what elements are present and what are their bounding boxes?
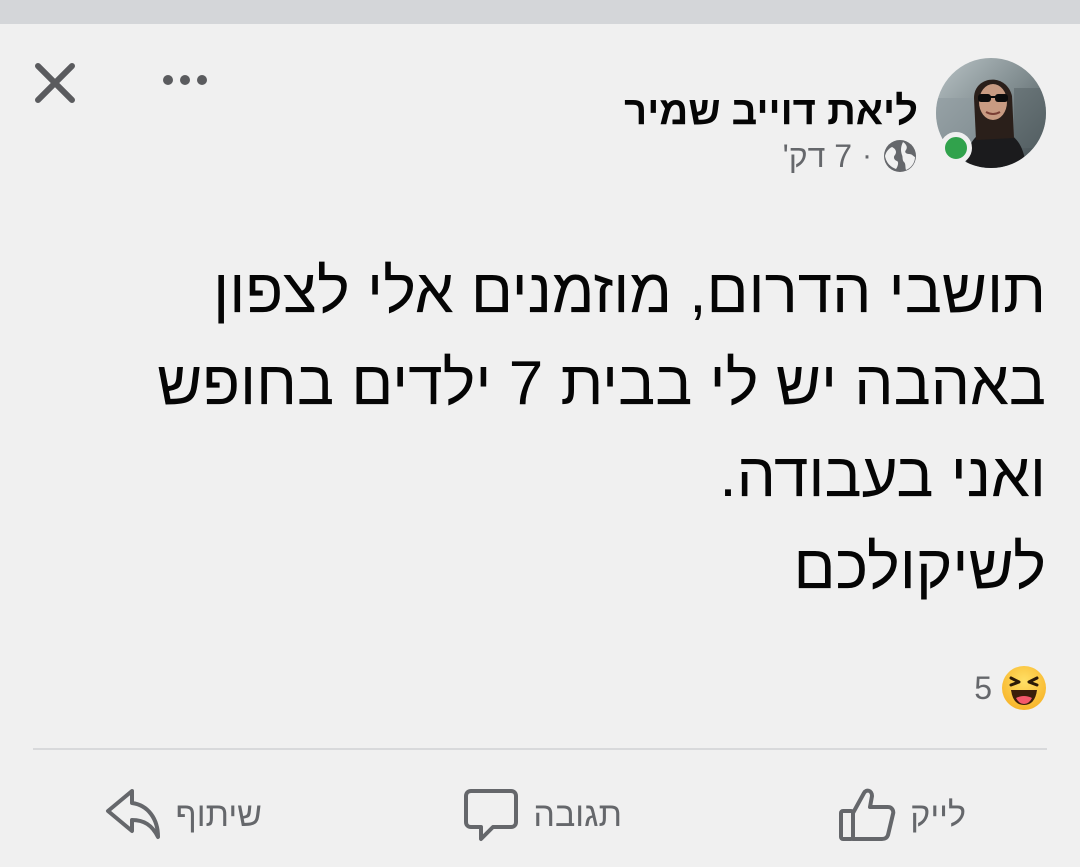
share-button[interactable]: שיתוף [104, 779, 262, 851]
comment-button[interactable]: תגובה [463, 779, 622, 851]
share-icon [105, 789, 160, 839]
post-time[interactable]: 7 דק' [783, 136, 852, 176]
post-card: ליאת דוייב שמיר 7 דק' · תושבי הדרום, מוז… [0, 24, 1080, 867]
actions-divider [33, 748, 1047, 750]
post-text-line: לשיקולכם [793, 533, 1046, 602]
more-options-icon [163, 75, 207, 85]
share-label: שיתוף [175, 795, 262, 834]
status-bar-strip [0, 0, 1080, 24]
laugh-emoji-icon [1002, 666, 1046, 710]
meta-separator: · [862, 139, 872, 172]
reactions-summary[interactable]: 5 [974, 664, 1048, 712]
globe-icon[interactable] [882, 138, 918, 174]
post-text: תושבי הדרום, מוזמנים אלי לצפון באהבה יש … [46, 246, 1046, 614]
post-text-line: תושבי הדרום, מוזמנים אלי לצפון [213, 257, 1046, 326]
close-button[interactable] [28, 56, 82, 110]
like-button[interactable]: לייק [838, 779, 966, 851]
like-label: לייק [910, 795, 966, 834]
comment-label: תגובה [533, 795, 622, 834]
thumbs-up-icon [839, 788, 896, 841]
author-avatar-wrapper [936, 58, 1046, 168]
more-options-button[interactable] [158, 60, 212, 100]
online-status-dot [940, 132, 972, 164]
comment-icon [464, 789, 519, 841]
post-text-line: באהבה יש לי בבית 7 ילדים בחופש [156, 349, 1046, 418]
reaction-count: 5 [974, 669, 992, 706]
author-name[interactable]: ליאת דוייב שמיר [624, 86, 918, 136]
close-icon [35, 63, 75, 103]
post-meta: 7 דק' · [783, 136, 918, 176]
post-text-line: ואני בעבודה. [719, 441, 1046, 510]
